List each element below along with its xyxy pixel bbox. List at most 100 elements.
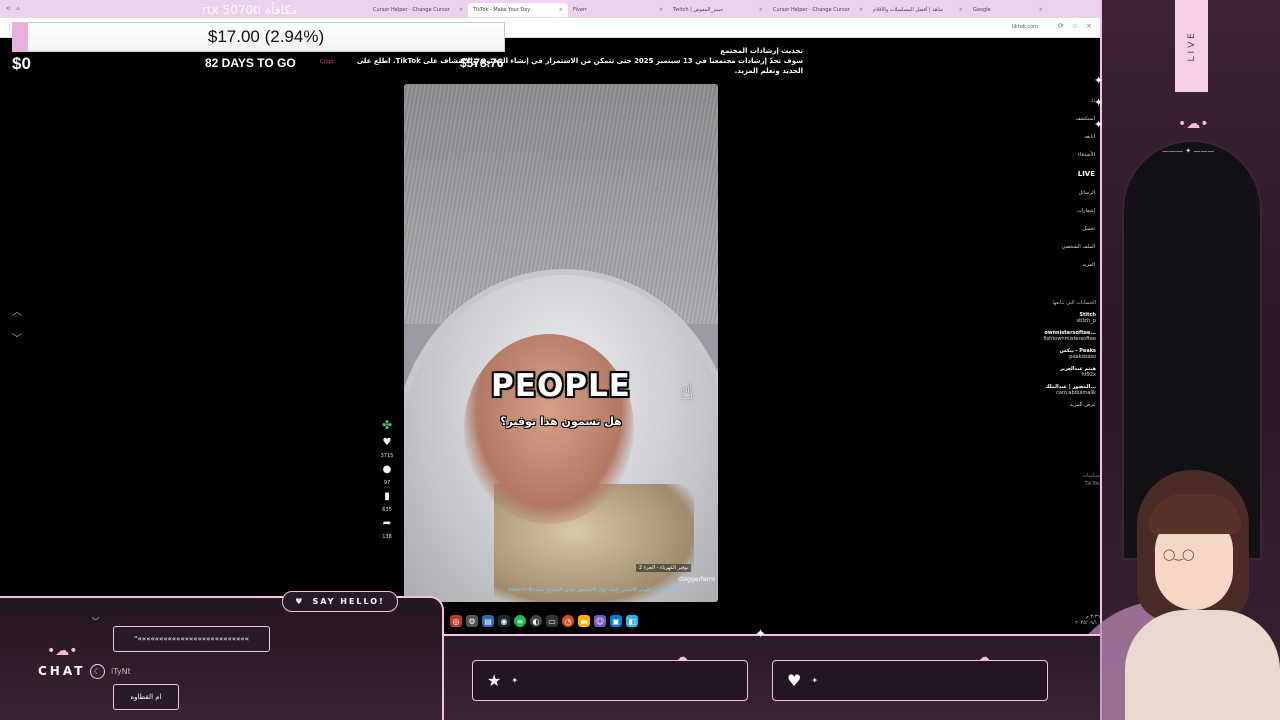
tab-label: Google — [973, 7, 991, 13]
explorer-icon[interactable]: ▬ — [578, 615, 590, 627]
saves-count: 635 — [382, 507, 392, 513]
following-handle: fishtownmistersoftee — [1043, 336, 1096, 342]
tab-shahid[interactable]: شاهد | أفضل المسلسلات والأفلام × — [868, 3, 968, 17]
tab-twitch[interactable]: Twitch | جيمز_المفوض × — [668, 3, 768, 17]
sidebar-item-foryou[interactable]: لك — [1035, 98, 1095, 104]
sidebar-item-live[interactable]: LIVE — [1035, 170, 1095, 178]
chat-username: ☾ iTyNt — [90, 664, 131, 679]
heart-icon[interactable]: ♥ — [383, 437, 392, 448]
sidebar-item-activity[interactable]: إشعارات — [1035, 208, 1095, 214]
edge-icon[interactable]: ◧ — [626, 615, 638, 627]
bookmark-icon[interactable]: ☆ — [1072, 22, 1078, 30]
live-label: LIVE — [1186, 30, 1197, 62]
browser-icon[interactable]: ◔ — [562, 615, 574, 627]
spotify-icon[interactable]: ≡ — [514, 615, 526, 627]
video-series-tag[interactable]: توفير الكهرباء - الجزء 2 — [636, 564, 692, 572]
video-player[interactable]: PEOPLE هل تسمون هذا توفير؟ توفير الكهربا… — [404, 84, 718, 602]
close-icon[interactable]: × — [1086, 22, 1092, 30]
tab-label: Fiverr — [573, 7, 587, 13]
close-icon[interactable]: × — [1039, 7, 1043, 13]
footer-link[interactable]: سياسات — [1082, 473, 1100, 479]
sidebar-item-upload[interactable]: تحميل — [1035, 226, 1095, 232]
sidebar-item-messages[interactable]: الرسائل — [1035, 190, 1095, 196]
tab-label: Twitch | جيمز_المفوض — [673, 7, 724, 13]
discord-icon[interactable]: ☺ — [594, 615, 606, 627]
chrome-icon[interactable]: ◎ — [450, 615, 462, 627]
sidebar-item-friends[interactable]: الأصدقاء — [1035, 152, 1095, 158]
share-icon[interactable]: ➦ — [383, 518, 391, 529]
following-handle: stitch_p — [1076, 318, 1096, 324]
sparkle-icon: ✦ — [811, 676, 819, 685]
tab-label: Cursor Helper - Change Cursor — [373, 7, 450, 13]
folder-icon[interactable]: ▤ — [482, 615, 494, 627]
tab-cursor-helper-2[interactable]: Cursor Helper - Change Cursor × — [768, 3, 868, 17]
following-item[interactable]: هيثم عبدالعزيز ht92x — [1016, 366, 1096, 378]
controller-icon[interactable]: ▭ — [546, 615, 558, 627]
sidebar-item-following[interactable]: أتابعه — [1035, 134, 1095, 140]
say-hello-badge: ♥ SAY HELLO! — [282, 591, 398, 612]
tab-fiverr[interactable]: Fiverr × — [568, 3, 668, 17]
say-hello-label: SAY HELLO! — [312, 597, 385, 606]
settings-icon[interactable]: ⚙ — [466, 615, 478, 627]
star-panel: ★ ✦ — [472, 660, 748, 701]
vtuber-avatar: ◯‿◯ — [1125, 470, 1280, 720]
ghost-tab-text: rtx 5070ti مكافأة — [202, 3, 298, 17]
balance-value: $0 — [12, 54, 31, 73]
sidebar-item-more[interactable]: المزيد — [1035, 262, 1095, 268]
see-more-link[interactable]: عرض المزيد — [1016, 402, 1096, 408]
avatar-body — [1125, 610, 1280, 720]
crypt-label: Crypt — [320, 59, 334, 65]
chevron-up-icon[interactable]: ︿ — [12, 303, 22, 318]
user-moon-icon: ☾ — [90, 664, 105, 679]
following-handle: cam.abdulmalik — [1056, 390, 1096, 396]
community-guidelines-notice[interactable]: تحديث إرشادات المجتمع سوف تحدّ إرشادات م… — [350, 46, 803, 76]
following-item[interactable]: Stitch stitch_p — [1016, 312, 1096, 324]
footer-link[interactable]: TikTok — [1085, 481, 1100, 487]
video-caption: PEOPLE — [491, 368, 631, 404]
close-icon[interactable]: × — [859, 7, 863, 13]
chevron-down-icon[interactable]: ﹀ — [12, 330, 22, 345]
close-icon[interactable]: × — [559, 7, 563, 13]
creator-avatar[interactable]: ✤ — [382, 418, 392, 432]
following-item[interactable]: ownnistersoftee... fishtownmistersoftee — [1016, 330, 1096, 342]
obs-icon[interactable]: ◐ — [530, 615, 542, 627]
video-subtitle: هل تسمون هذا توفير؟ — [500, 415, 622, 428]
heart-icon: ♥ — [787, 671, 802, 690]
heart-icon: ♥ — [295, 597, 305, 606]
video-frame-hand — [464, 334, 634, 524]
following-item[interactable]: المصور | عبدالملك... cam.abdulmalik — [1016, 384, 1096, 396]
window-controls[interactable]: ⟲ ⌂ — [0, 6, 28, 12]
clock: ٣:٣٦ م ٢٠٢٥/٠٩/١٠ — [1075, 614, 1100, 626]
comment-icon[interactable]: ● — [383, 464, 392, 475]
shares-count: 138 — [382, 534, 392, 540]
divider-sparkle-icon: ——— ✦ ——— — [1162, 147, 1215, 155]
reload-icon[interactable]: ⟳ — [1058, 22, 1064, 30]
sidebar-item-explore[interactable]: استكشف — [1035, 116, 1096, 122]
video-author[interactable]: stoggerferro — [678, 576, 715, 583]
store-icon[interactable]: ▣ — [610, 615, 622, 627]
tab-tiktok[interactable]: TikTok - Make Your Day × — [468, 3, 568, 17]
bookmark-icon[interactable]: ▮ — [384, 491, 390, 502]
chat-message-bubble: ام القطاوه — [113, 684, 179, 710]
tab-google[interactable]: Google × — [968, 3, 1048, 17]
glasses-icon: ◯‿◯ — [1163, 548, 1194, 561]
close-icon[interactable]: × — [759, 7, 763, 13]
tab-label: Cursor Helper - Change Cursor — [773, 7, 850, 13]
hand-cursor-icon: ☝ — [680, 380, 694, 405]
tab-cursor-helper[interactable]: Cursor Helper - Change Cursor × — [368, 3, 468, 17]
heart-panel: ♥ ✦ — [772, 660, 1048, 701]
days-to-go: 82 DAYS TO GO — [205, 56, 296, 70]
tab-label: TikTok - Make Your Day — [473, 7, 531, 13]
following-handle: ht92x — [1081, 372, 1096, 378]
close-icon[interactable]: × — [459, 7, 463, 13]
close-icon[interactable]: × — [959, 7, 963, 13]
tiktok-sidebar: لك استكشف أتابعه الأصدقاء LIVE الرسائل إ… — [1035, 98, 1095, 268]
cloud-icon: •☁• — [1178, 116, 1209, 132]
video-hashtags[interactable]: paperrr #توفير_فلوس #تحدي_التيك_توك #تخف… — [508, 587, 684, 593]
url-text[interactable]: tiktok.com — [1012, 24, 1038, 30]
following-item[interactable]: بيكس - Peaks peaksbaso — [1016, 348, 1096, 360]
sidebar-item-profile[interactable]: الملف الشخصي — [1035, 244, 1095, 250]
close-icon[interactable]: × — [659, 7, 663, 13]
steam-icon[interactable]: ◉ — [498, 615, 510, 627]
star-icon: ★ — [487, 671, 502, 690]
